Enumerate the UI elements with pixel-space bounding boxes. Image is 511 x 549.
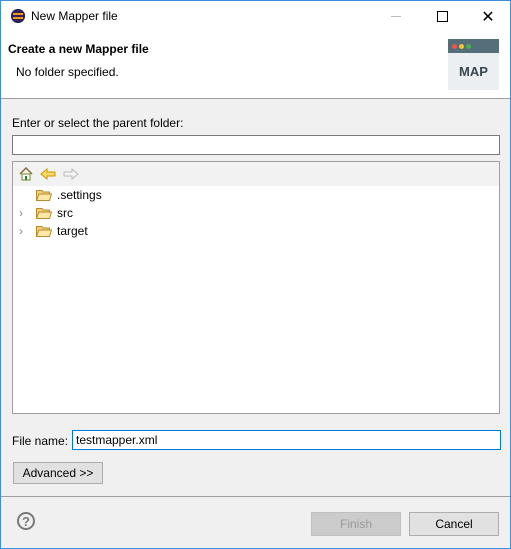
- folder-icon: [36, 190, 52, 201]
- tree-item-label: .settings: [57, 188, 102, 202]
- banner-bar: [448, 39, 499, 53]
- yellow-dot: [459, 44, 464, 49]
- advanced-button[interactable]: Advanced >>: [13, 462, 103, 484]
- file-name-input[interactable]: testmapper.xml: [72, 430, 501, 450]
- tree-toolbar: [13, 162, 499, 186]
- minimize-button[interactable]: [373, 1, 419, 32]
- wizard-header: Create a new Mapper file No folder speci…: [1, 32, 510, 99]
- green-dot: [466, 44, 471, 49]
- file-name-label: File name:: [12, 434, 69, 448]
- forward-icon: [63, 166, 79, 182]
- close-button[interactable]: ✕: [465, 1, 511, 32]
- banner-text: MAP: [459, 64, 488, 79]
- expand-chevron-icon[interactable]: ›: [19, 224, 23, 238]
- home-icon[interactable]: [18, 166, 34, 182]
- wizard-title: Create a new Mapper file: [8, 42, 149, 56]
- expand-chevron-icon[interactable]: ›: [19, 206, 23, 220]
- tree-item-target[interactable]: › target: [13, 222, 499, 240]
- tree-item-settings[interactable]: .settings: [13, 186, 499, 204]
- tree-item-label: src: [57, 206, 73, 220]
- folder-icon: [36, 226, 52, 237]
- window-title: New Mapper file: [31, 9, 118, 23]
- dialog-window: New Mapper file ✕ Create a new Mapper fi…: [0, 0, 511, 549]
- folder-icon: [36, 208, 52, 219]
- minimize-icon: [391, 16, 401, 17]
- back-icon[interactable]: [40, 166, 56, 182]
- eclipse-icon: [11, 9, 25, 23]
- map-banner-icon: MAP: [448, 39, 499, 90]
- maximize-button[interactable]: [419, 1, 465, 32]
- wizard-message: No folder specified.: [16, 65, 119, 79]
- title-bar: New Mapper file ✕: [1, 1, 510, 32]
- close-icon: ✕: [481, 8, 495, 26]
- folder-tree[interactable]: .settings › src › target: [12, 161, 500, 414]
- tree-item-src[interactable]: › src: [13, 204, 499, 222]
- finish-button[interactable]: Finish: [311, 512, 401, 536]
- maximize-icon: [436, 11, 448, 22]
- divider: [1, 496, 510, 497]
- cancel-button[interactable]: Cancel: [409, 512, 499, 536]
- parent-folder-input[interactable]: [12, 135, 500, 155]
- red-dot: [452, 44, 457, 49]
- tree-item-label: target: [57, 224, 88, 238]
- parent-folder-label: Enter or select the parent folder:: [12, 116, 184, 130]
- help-icon[interactable]: ?: [17, 512, 35, 530]
